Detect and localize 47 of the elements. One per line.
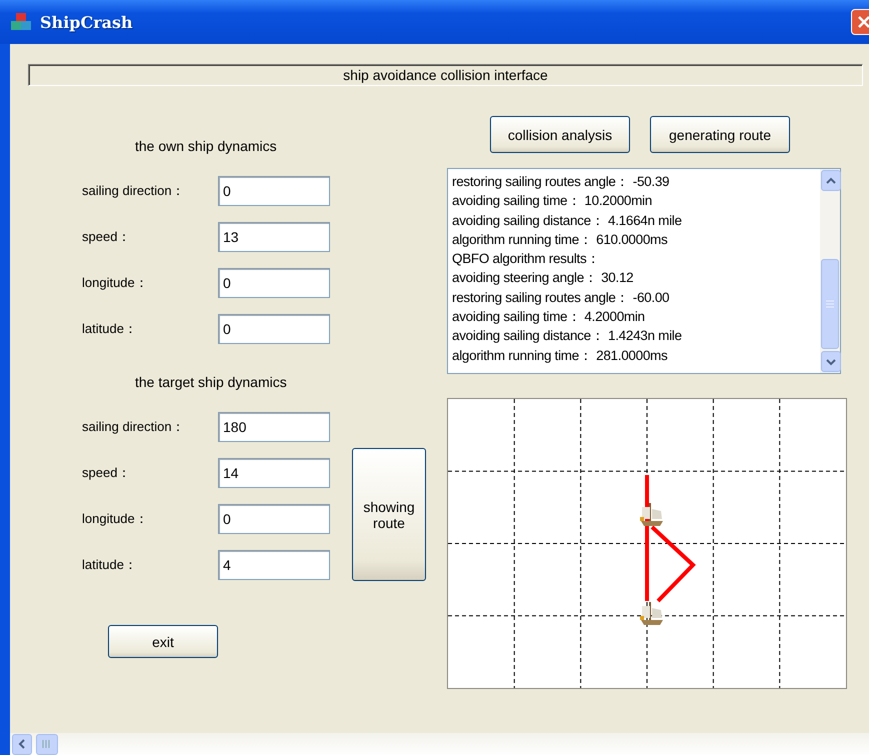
field-label: longitude： (81, 510, 149, 528)
section-title: the own ship dynamics (135, 138, 278, 154)
ship-icon (640, 503, 663, 526)
exit-button[interactable]: exit (108, 625, 218, 658)
caret-left-icon (18, 739, 26, 749)
result-line: avoiding sailing time： 10.2000min (452, 192, 653, 210)
input-field[interactable]: 0 (218, 176, 330, 206)
scroll-up-button[interactable] (821, 170, 841, 191)
input-field[interactable]: 0 (218, 268, 330, 298)
field-label: sailing direction： (81, 182, 186, 200)
scroll-left-button[interactable] (12, 734, 32, 754)
scroll-thumb[interactable] (36, 734, 58, 754)
ship-icon (640, 602, 663, 625)
scroll-down-button[interactable] (821, 351, 841, 372)
field-label: speed： (81, 228, 132, 246)
field-label: latitude： (81, 556, 138, 574)
result-line: avoiding sailing distance： 1.4243n mile (452, 327, 683, 346)
input-field[interactable]: 13 (218, 222, 330, 252)
caret-down-icon (826, 358, 836, 366)
action-button[interactable]: generating route (650, 116, 790, 153)
input-field[interactable]: 180 (218, 412, 330, 442)
result-line: avoiding steering angle： 30.12 (452, 269, 634, 288)
field-label: sailing direction： (81, 418, 186, 436)
close-icon (857, 15, 869, 29)
result-line: algorithm running time： 610.0000ms (452, 230, 668, 249)
section-title: the target ship dynamics (135, 374, 288, 390)
show-route-button[interactable]: showing route (352, 448, 426, 581)
field-label: speed： (81, 464, 132, 482)
input-field[interactable]: 14 (218, 458, 330, 488)
field-label: latitude： (81, 320, 138, 338)
field-label: longitude： (81, 274, 149, 292)
caret-up-icon (826, 176, 836, 184)
result-line: restoring sailing routes angle： -50.39 (452, 173, 670, 191)
result-line: avoiding sailing time： 4.2000min (452, 308, 646, 326)
input-field[interactable]: 0 (218, 314, 330, 344)
result-line: avoiding sailing distance： 4.1664n mile (452, 212, 683, 230)
scroll-thumb[interactable] (821, 259, 839, 349)
result-line: algorithm running time： 281.0000ms (452, 346, 668, 365)
window-title: ShipCrash (40, 12, 134, 32)
results-box[interactable] (447, 168, 841, 374)
result-line: QBFO algorithm results： (452, 250, 602, 268)
app-icon (10, 12, 32, 32)
header-label: ship avoidance collision interface (28, 64, 863, 86)
result-line: restoring sailing routes angle： -60.00 (452, 288, 670, 307)
input-field[interactable]: 4 (218, 550, 330, 580)
action-button[interactable]: collision analysis (490, 116, 630, 153)
input-field[interactable]: 0 (218, 504, 330, 534)
